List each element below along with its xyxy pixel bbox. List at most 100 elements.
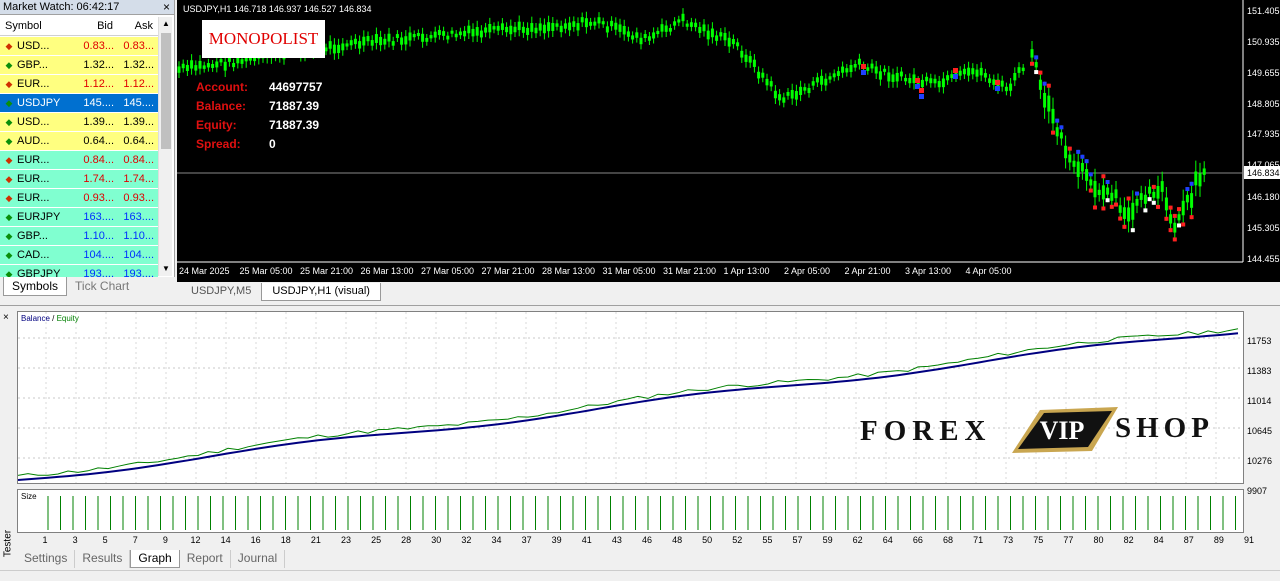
- arrow-down-icon: ◆: [5, 173, 13, 184]
- candle-body: [370, 40, 374, 46]
- time-label: 4 Apr 05:00: [966, 266, 1012, 276]
- market-watch-row[interactable]: ◆ USDJPY 145.... 145....: [0, 94, 158, 113]
- candle-body: [849, 65, 853, 72]
- market-watch-row[interactable]: ◆ EURJPY 163.... 163....: [0, 208, 158, 227]
- scroll-down-icon[interactable]: ▼: [159, 262, 173, 276]
- ask-cell: 1.12...: [123, 78, 154, 90]
- candle-body: [374, 34, 378, 43]
- watermark-left-text: FOREX: [860, 415, 992, 447]
- candle-body: [1185, 194, 1189, 203]
- market-watch-row[interactable]: ◆ EUR... 0.93... 0.93...: [0, 189, 158, 208]
- market-watch-scrollbar[interactable]: ▲ ▼: [158, 17, 172, 276]
- trade-marker: [1189, 215, 1194, 220]
- symbol-name: EUR...: [17, 191, 50, 204]
- balance-row: Balance: 71887.39: [196, 99, 319, 113]
- ask-column-header[interactable]: Ask: [118, 17, 158, 36]
- market-watch-row[interactable]: ◆ USD... 1.39... 1.39...: [0, 113, 158, 132]
- market-watch-row[interactable]: ◆ GBP... 1.10... 1.10...: [0, 227, 158, 246]
- market-watch-row[interactable]: ◆ AUD... 0.64... 0.64...: [0, 132, 158, 151]
- watermark-middle-text: VIP: [1040, 416, 1085, 445]
- graph-x-label: 14: [220, 535, 231, 545]
- trade-marker: [1151, 184, 1156, 189]
- account-value: 44697757: [269, 80, 323, 94]
- price-chart[interactable]: 146.834 151.405 150.935 149.655 148.805 147.9…: [177, 0, 1280, 282]
- trade-marker: [1156, 204, 1160, 209]
- candle-body: [534, 27, 538, 34]
- candle-body: [551, 23, 555, 31]
- candle-body: [484, 27, 488, 33]
- candle-body: [715, 35, 719, 41]
- candle-body: [538, 23, 542, 31]
- trade-marker: [915, 78, 920, 83]
- symbol-name: GBP...: [17, 229, 48, 242]
- close-icon[interactable]: ×: [3, 312, 9, 323]
- trade-marker: [1172, 237, 1177, 242]
- candle-body: [891, 74, 895, 82]
- candle-body: [689, 22, 693, 27]
- tab-graph[interactable]: Graph: [130, 550, 180, 568]
- trade-marker: [1177, 207, 1181, 212]
- tab-usdjpy-m5[interactable]: USDJPY,M5: [181, 283, 261, 301]
- vip-badge-icon: VIP: [1012, 407, 1118, 453]
- candle-body: [1169, 214, 1173, 224]
- candle-body: [622, 26, 626, 35]
- candle-body: [202, 65, 206, 69]
- arrow-down-icon: ◆: [5, 154, 13, 165]
- candle-body: [1043, 92, 1047, 108]
- tab-report[interactable]: Report: [180, 550, 231, 568]
- bid-cell: 0.93...: [83, 192, 114, 204]
- market-watch-row[interactable]: ◆ EUR... 1.12... 1.12...: [0, 75, 158, 94]
- trade-marker: [1168, 228, 1173, 233]
- tester-label: Tester: [2, 529, 14, 558]
- trade-marker: [1076, 149, 1081, 154]
- market-watch-rows: ◆ USD... 0.83... 0.83... ◆ GBP... 1.32... 1.32.…: [0, 37, 158, 284]
- candle-body: [857, 58, 861, 65]
- tab-symbols[interactable]: Symbols: [3, 277, 68, 296]
- close-icon[interactable]: ×: [163, 0, 170, 15]
- candle-body: [404, 36, 408, 45]
- candle-body: [425, 37, 429, 42]
- tab-journal[interactable]: Journal: [231, 550, 286, 568]
- candle-body: [719, 32, 723, 37]
- market-watch-row[interactable]: ◆ GBP... 1.32... 1.32...: [0, 56, 158, 75]
- candlestick-chart[interactable]: 146.834151.405150.935149.655148.805147.9…: [177, 0, 1280, 282]
- bid-cell: 0.83...: [83, 40, 114, 52]
- symbol-cell: ◆ EUR...: [0, 170, 78, 188]
- graph-x-label: 23: [340, 535, 352, 545]
- candle-body: [652, 32, 656, 39]
- graph-x-label: 43: [611, 535, 622, 545]
- scrollbar-thumb[interactable]: [161, 33, 171, 149]
- bid-column-header[interactable]: Bid: [78, 17, 118, 36]
- candle-body: [517, 21, 521, 31]
- candle-body: [832, 73, 836, 78]
- scroll-up-icon[interactable]: ▲: [159, 17, 173, 31]
- candle-body: [215, 61, 219, 68]
- ask-cell: 145....: [123, 97, 154, 109]
- market-watch-row[interactable]: ◆ CAD... 104.... 104....: [0, 246, 158, 265]
- trade-marker: [1118, 216, 1123, 221]
- tab-tick-chart[interactable]: Tick Chart: [67, 277, 137, 296]
- tab-results[interactable]: Results: [75, 550, 131, 568]
- candle-body: [232, 63, 236, 68]
- symbol-column-header[interactable]: Symbol: [0, 17, 78, 36]
- market-watch-row[interactable]: ◆ EUR... 1.74... 1.74...: [0, 170, 158, 189]
- candle-body: [572, 21, 576, 27]
- graph-y-label: 10645: [1247, 426, 1273, 436]
- candle-body: [1127, 207, 1131, 222]
- market-watch-row[interactable]: ◆ EUR... 0.84... 0.84...: [0, 151, 158, 170]
- legend-equity: Equity: [56, 314, 79, 323]
- ask-cell: 1.39...: [123, 116, 154, 128]
- candle-body: [761, 72, 765, 78]
- market-watch-row[interactable]: ◆ USD... 0.83... 0.83...: [0, 37, 158, 56]
- candle-body: [904, 77, 908, 82]
- candle-body: [950, 74, 954, 79]
- candle-body: [820, 75, 824, 85]
- candle-body: [673, 21, 677, 26]
- tab-settings[interactable]: Settings: [17, 550, 76, 568]
- trade-marker: [1189, 181, 1194, 186]
- tab-usdjpy-h1-visual[interactable]: USDJPY,H1 (visual): [261, 283, 381, 301]
- candle-body: [899, 71, 903, 77]
- trade-marker: [1030, 61, 1034, 66]
- candle-body: [773, 90, 777, 99]
- candle-body: [1013, 73, 1017, 81]
